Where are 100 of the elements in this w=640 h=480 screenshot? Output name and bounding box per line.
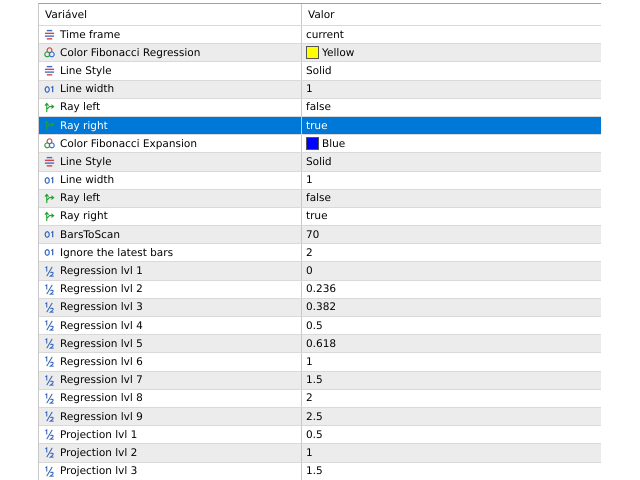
variable-value[interactable]: 1.5	[306, 374, 323, 386]
table-row[interactable]: Regression lvl 8 2	[39, 388, 601, 407]
fraction-icon	[44, 447, 55, 458]
variable-value[interactable]: Solid	[306, 156, 332, 168]
fraction-icon	[44, 338, 55, 350]
variable-name: Color Fibonacci Regression	[60, 46, 200, 59]
variable-name: Ray right	[60, 210, 108, 222]
table-row[interactable]: Time frame current	[39, 25, 601, 44]
variable-name: Ignore the latest bars	[60, 246, 174, 259]
table-row[interactable]: Projection lvl 2 1	[39, 443, 601, 462]
integer-icon	[44, 229, 55, 240]
variable-name: Ray right	[60, 120, 108, 132]
variable-value[interactable]: 2	[306, 246, 313, 259]
variable-value[interactable]: 70	[306, 228, 320, 241]
variable-value[interactable]: 1.5	[306, 465, 323, 478]
variable-value[interactable]: 0.382	[306, 301, 336, 314]
list-icon	[44, 65, 55, 76]
variable-value[interactable]: 0.236	[306, 283, 336, 296]
variable-value[interactable]: 1	[306, 83, 313, 96]
variable-name: Line Style	[60, 64, 112, 77]
table-row[interactable]: Projection lvl 3 1.5	[39, 462, 601, 480]
arrow-icon	[44, 120, 55, 132]
integer-icon	[44, 174, 55, 186]
variable-value[interactable]: false	[306, 192, 331, 204]
variable-name: Regression lvl 2	[60, 283, 143, 296]
integer-icon	[44, 84, 55, 95]
color-circles-icon	[44, 47, 55, 58]
variable-name: Regression lvl 6	[60, 356, 143, 368]
variable-name: Regression lvl 1	[60, 265, 143, 278]
variable-name: Projection lvl 3	[60, 465, 138, 478]
variable-value[interactable]: true	[306, 210, 328, 222]
fraction-icon	[44, 302, 55, 313]
table-row[interactable]: BarsToScan 70	[39, 225, 601, 244]
variable-name: Regression lvl 4	[60, 320, 143, 332]
table-row[interactable]: Regression lvl 9 2.5	[39, 406, 601, 426]
table-row[interactable]: Regression lvl 3 0.382	[39, 298, 601, 316]
fraction-icon	[44, 411, 55, 422]
table-row[interactable]: Regression lvl 4 0.5	[39, 316, 601, 334]
variable-value[interactable]: 0.5	[306, 320, 323, 332]
table-row[interactable]: Color Fibonacci Regression Yellow	[39, 43, 601, 62]
variable-value[interactable]: Yellow	[322, 46, 354, 59]
fraction-icon	[44, 392, 55, 404]
variable-name: Line width	[60, 174, 114, 186]
variable-value[interactable]: 0.618	[306, 338, 336, 350]
variable-value[interactable]: true	[306, 120, 328, 132]
variable-value[interactable]: 0	[306, 265, 313, 278]
variable-value[interactable]: Solid	[306, 64, 332, 77]
table-row[interactable]: Line Style Solid	[39, 152, 601, 170]
table-row[interactable]: Ray left false	[39, 98, 601, 116]
arrow-icon	[44, 210, 55, 222]
variable-value[interactable]: 1	[306, 446, 313, 459]
table-row[interactable]: Projection lvl 1 0.5	[39, 425, 601, 444]
table-row[interactable]: Line Style Solid	[39, 61, 601, 80]
variable-name: Projection lvl 2	[60, 446, 138, 459]
arrow-icon	[44, 192, 55, 204]
fraction-icon	[44, 320, 55, 332]
table-row[interactable]: Regression lvl 6 1	[39, 352, 601, 371]
table-row[interactable]: Line width 1	[39, 170, 601, 189]
table-row[interactable]: Ray right true	[39, 116, 601, 134]
fraction-icon	[44, 266, 55, 277]
variable-value[interactable]: 1	[306, 174, 313, 186]
column-header[interactable]: Valor	[308, 8, 334, 20]
variable-name: Time frame	[60, 28, 120, 41]
variable-name: Regression lvl 9	[60, 410, 143, 423]
table-row[interactable]: Regression lvl 5 0.618	[39, 334, 601, 352]
variable-name: Line width	[60, 83, 114, 96]
variable-name: Regression lvl 5	[60, 338, 143, 350]
fraction-icon	[44, 466, 55, 477]
variable-name: Projection lvl 1	[60, 428, 138, 441]
variable-value[interactable]: current	[306, 28, 344, 41]
variable-name: Color Fibonacci Expansion	[60, 138, 197, 150]
list-icon	[44, 156, 55, 168]
arrow-icon	[44, 102, 55, 113]
table-row[interactable]: Color Fibonacci Expansion Blue	[39, 134, 601, 152]
variable-name: Ray left	[60, 101, 100, 114]
variable-name: Regression lvl 8	[60, 392, 143, 404]
integer-icon	[44, 247, 55, 258]
variable-value[interactable]: 0.5	[306, 428, 323, 441]
table-row[interactable]: Regression lvl 7 1.5	[39, 370, 601, 389]
fraction-icon	[44, 356, 55, 368]
color-circles-icon	[44, 138, 55, 150]
table-row[interactable]: Regression lvl 2 0.236	[39, 280, 601, 298]
column-header[interactable]: Variável	[45, 8, 88, 20]
list-icon	[44, 29, 55, 40]
variable-value[interactable]: 2.5	[306, 410, 323, 423]
table-row[interactable]: Regression lvl 1 0	[39, 261, 601, 280]
variable-name: Ray left	[60, 192, 100, 204]
variable-name: Regression lvl 3	[60, 301, 143, 314]
fraction-icon	[44, 374, 55, 386]
fraction-icon	[44, 429, 55, 440]
table-row[interactable]: Ignore the latest bars 2	[39, 243, 601, 262]
variable-value[interactable]: Blue	[322, 138, 346, 150]
variable-value[interactable]: false	[306, 101, 331, 114]
table-row[interactable]: Ray left false	[39, 188, 601, 207]
variable-value[interactable]: 2	[306, 392, 313, 404]
table-row[interactable]: Line width 1	[39, 80, 601, 98]
variable-value[interactable]: 1	[306, 356, 313, 368]
table-row[interactable]: Ray right true	[39, 206, 601, 226]
fraction-icon	[44, 284, 55, 295]
variable-name: BarsToScan	[60, 228, 120, 241]
